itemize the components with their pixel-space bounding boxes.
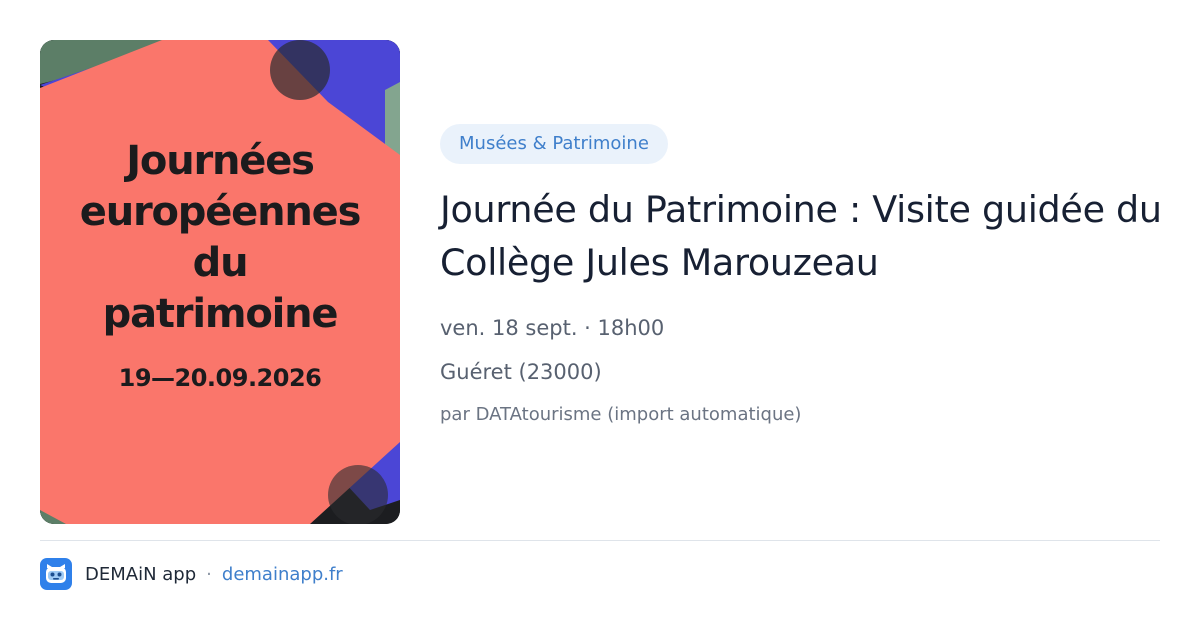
poster-text: Journées européennes du patrimoine 19—20… bbox=[40, 136, 400, 392]
category-badge[interactable]: Musées & Patrimoine bbox=[440, 124, 668, 164]
event-poster: Journées européennes du patrimoine 19—20… bbox=[40, 40, 400, 524]
poster-title-line: Journées bbox=[126, 138, 315, 184]
app-name: DEMAiN app bbox=[85, 563, 197, 585]
poster-grain-spot bbox=[328, 465, 388, 524]
site-footer: DEMAiN app · demainapp.fr bbox=[40, 558, 343, 590]
event-source: par DATAtourisme (import automatique) bbox=[440, 404, 802, 425]
event-datetime: ven. 18 sept. · 18h00 bbox=[440, 316, 665, 340]
event-location: Guéret (23000) bbox=[440, 360, 602, 384]
poster-title-line: européennes bbox=[79, 189, 362, 235]
event-title[interactable]: Journée du Patrimoine : Visite guidée du… bbox=[440, 183, 1170, 289]
poster-title-line: du bbox=[192, 240, 249, 286]
poster-title-line: patrimoine bbox=[102, 291, 339, 337]
footer-divider bbox=[40, 540, 1160, 541]
poster-dates: 19—20.09.2026 bbox=[118, 364, 322, 392]
robot-face-icon bbox=[40, 558, 72, 590]
footer-separator: · bbox=[206, 563, 212, 585]
poster-grain-spot bbox=[270, 40, 330, 100]
app-domain-link[interactable]: demainapp.fr bbox=[222, 564, 343, 585]
